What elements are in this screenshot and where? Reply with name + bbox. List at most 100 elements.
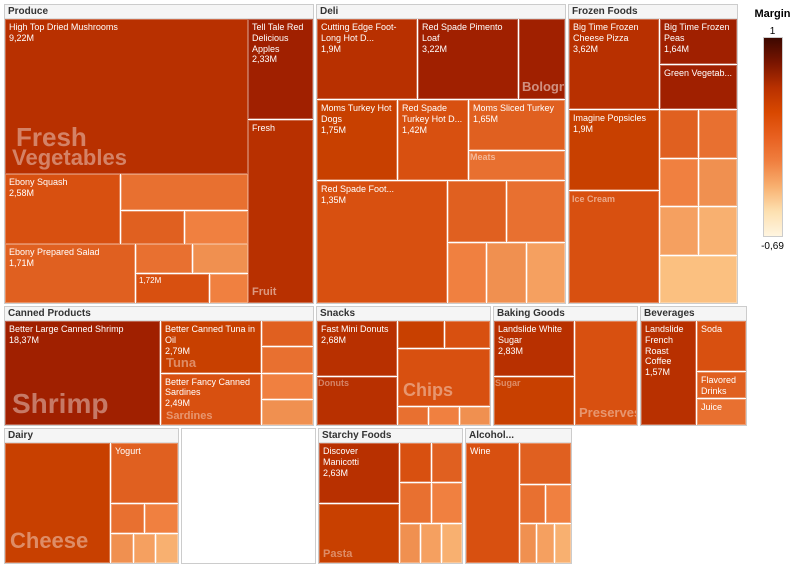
bs4[interactable]	[210, 274, 248, 303]
mushrooms-cell[interactable]: High Top Dried Mushrooms9,22M Fresh Vege…	[5, 19, 248, 174]
sn5[interactable]	[460, 407, 490, 425]
produce-bottom: Ebony Prepared Salad1,71M 1,72M	[5, 244, 248, 303]
bs3[interactable]: 1,72M	[136, 274, 209, 303]
donuts-cell[interactable]: Fast Mini Donuts2,68M	[317, 321, 397, 376]
f2[interactable]	[699, 110, 737, 158]
pasta-cell[interactable]: Pasta	[319, 504, 399, 563]
sn3[interactable]	[398, 407, 428, 425]
f6[interactable]	[699, 207, 737, 255]
white-sugar-label: Landslide White Sugar2,83M	[495, 322, 573, 358]
st5[interactable]	[400, 524, 420, 563]
ds2[interactable]	[507, 181, 565, 242]
red-spade-turkey-cell[interactable]: Red Spade Turkey Hot D...1,42M	[398, 100, 468, 180]
coffee-cell[interactable]: Landslide French Roast Coffee1,57M	[641, 321, 696, 425]
ds5[interactable]	[527, 243, 565, 304]
d5[interactable]	[156, 534, 178, 563]
cs1[interactable]	[262, 321, 313, 346]
deli-bottom: Red Spade Foot...1,35M	[317, 181, 565, 303]
salad-cell[interactable]: Ebony Prepared Salad1,71M	[5, 244, 135, 303]
ds3[interactable]	[448, 243, 486, 304]
d3[interactable]	[111, 534, 133, 563]
sliced-turkey-col: Moms Sliced Turkey1,65M Meats	[469, 100, 565, 180]
al2[interactable]	[520, 485, 545, 524]
bs1[interactable]	[136, 244, 192, 273]
bs2[interactable]	[193, 244, 249, 273]
dairy-body: Cheese Yogurt	[5, 443, 178, 563]
ds4[interactable]	[487, 243, 525, 304]
st6[interactable]	[421, 524, 441, 563]
red-spade-foot-cell[interactable]: Red Spade Foot...1,35M	[317, 181, 447, 303]
chips-cell[interactable]: Chips	[398, 349, 490, 406]
al5[interactable]	[537, 524, 553, 563]
preserves-cell[interactable]: Preserves	[575, 321, 637, 425]
f4[interactable]	[699, 159, 737, 207]
f3[interactable]	[660, 159, 698, 207]
wine-cell[interactable]: Wine	[466, 443, 519, 563]
bologna-cell[interactable]: Bologna	[519, 19, 565, 99]
produce-body: High Top Dried Mushrooms9,22M Fresh Vege…	[5, 19, 313, 303]
small3[interactable]	[185, 211, 248, 245]
shrimp-cell[interactable]: Better Large Canned Shrimp18,37M Shrimp	[5, 321, 160, 425]
cutting-edge-cell[interactable]: Cutting Edge Foot-Long Hot D...1,9M	[317, 19, 417, 99]
st3[interactable]	[400, 483, 431, 522]
main-container: Produce High Top Dried Mushrooms9,22M Fr…	[0, 0, 800, 568]
ds1[interactable]	[448, 181, 506, 242]
donuts2-cell[interactable]: Donuts	[317, 377, 397, 425]
cheese-dairy-cell[interactable]: Cheese	[5, 443, 110, 563]
cs3[interactable]	[262, 374, 313, 399]
d4[interactable]	[134, 534, 156, 563]
al1[interactable]	[520, 443, 571, 484]
frozen-peas-cell[interactable]: Big Time Frozen Peas1,64M	[660, 19, 737, 64]
green-veg-label: Green Vegetab...	[661, 66, 736, 81]
legend-gradient	[763, 37, 783, 237]
sliced-turkey-cell[interactable]: Moms Sliced Turkey1,65M	[469, 100, 565, 150]
f7[interactable]	[660, 256, 737, 304]
manicotti-label: Discover Manicotti2,63M	[320, 444, 398, 480]
f5[interactable]	[660, 207, 698, 255]
ice-cream-cell[interactable]: Ice Cream	[569, 191, 659, 303]
coffee-label: Landslide French Roast Coffee1,57M	[642, 322, 695, 380]
sn1[interactable]	[398, 321, 444, 348]
flavored-drinks-cell[interactable]: Flavored Drinks	[697, 372, 746, 398]
sardines-cell[interactable]: Better Fancy Canned Sardines2,49M Sardin…	[161, 374, 261, 426]
yogurt-cell[interactable]: Yogurt	[111, 443, 178, 503]
al6[interactable]	[555, 524, 571, 563]
fbr2	[660, 159, 737, 207]
al3[interactable]	[546, 485, 571, 524]
sugar-cell[interactable]: Sugar	[494, 377, 574, 425]
al4[interactable]	[520, 524, 536, 563]
white-sugar-cell[interactable]: Landslide White Sugar2,83M	[494, 321, 574, 376]
frozen-bottom-left: Imagine Popsicles1,9M Ice Cream	[569, 110, 659, 303]
popsicles-cell[interactable]: Imagine Popsicles1,9M	[569, 110, 659, 190]
canned-title: Canned Products	[5, 307, 313, 321]
apples-label: Tell Tale Red Delicious Apples2,33M	[249, 20, 312, 67]
pimento-cell[interactable]: Red Spade Pimento Loaf3,22M	[418, 19, 518, 99]
apples-cell[interactable]: Tell Tale Red Delicious Apples2,33M	[248, 19, 313, 119]
d2[interactable]	[145, 504, 178, 533]
st2[interactable]	[432, 443, 463, 482]
cs4[interactable]	[262, 400, 313, 425]
st7[interactable]	[442, 524, 462, 563]
manicotti-cell[interactable]: Discover Manicotti2,63M	[319, 443, 399, 503]
cheese-pizza-cell[interactable]: Big Time Frozen Cheese Pizza3,62M	[569, 19, 659, 109]
small1[interactable]	[121, 174, 248, 210]
tuna-cell[interactable]: Better Canned Tuna in Oil2,79M Tuna	[161, 321, 261, 373]
f1[interactable]	[660, 110, 698, 158]
squash-cell[interactable]: Ebony Squash2,58M	[5, 174, 120, 244]
juice-cell[interactable]: Juice	[697, 399, 746, 425]
fresh-fruit-cell[interactable]: Fresh Fruit	[248, 120, 313, 303]
sn4[interactable]	[429, 407, 459, 425]
frozen-peas-label: Big Time Frozen Peas1,64M	[661, 20, 736, 56]
small2[interactable]	[121, 211, 184, 245]
st4[interactable]	[432, 483, 463, 522]
d1[interactable]	[111, 504, 144, 533]
green-veg-cell[interactable]: Green Vegetab...	[660, 65, 737, 110]
meats-cell[interactable]: Meats	[469, 151, 565, 180]
st1[interactable]	[400, 443, 431, 482]
turkey-hotdogs-cell[interactable]: Moms Turkey Hot Dogs1,75M	[317, 100, 397, 180]
soda-cell[interactable]: Soda	[697, 321, 746, 371]
cs2[interactable]	[262, 347, 313, 372]
sn2[interactable]	[445, 321, 491, 348]
starchy-section: Starchy Foods Discover Manicotti2,63M Pa…	[318, 428, 463, 564]
pimento-label: Red Spade Pimento Loaf3,22M	[419, 20, 517, 56]
